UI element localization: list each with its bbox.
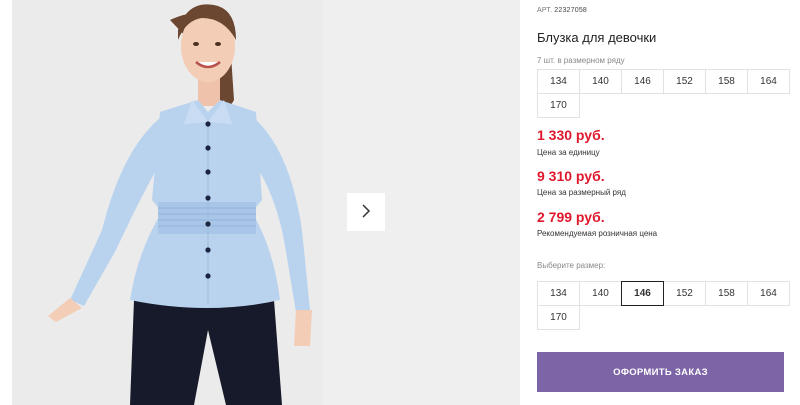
product-info-panel: АРТ. 22327058 Блузка для девочки 7 шт. в … xyxy=(537,0,800,405)
chevron-right-icon xyxy=(360,203,372,222)
price-unit: 1 330 руб. xyxy=(537,127,605,143)
size-row-item: 152 xyxy=(663,69,706,94)
size-option-134[interactable]: 134 xyxy=(537,281,580,306)
product-title: Блузка для девочки xyxy=(537,30,657,45)
price-size-row-label: Цена за размерный ряд xyxy=(537,188,626,197)
girl-in-blouse-image xyxy=(12,0,323,405)
size-selector: 134 140 146 152 158 164 170 xyxy=(537,281,790,330)
price-retail-label: Рекомендуемая розничная цена xyxy=(537,229,658,238)
article-value: 22327058 xyxy=(554,7,588,14)
product-page: АРТ. 22327058 Блузка для девочки 7 шт. в … xyxy=(0,0,800,405)
size-row-item: 140 xyxy=(579,69,622,94)
product-photo xyxy=(12,0,323,405)
size-option-164[interactable]: 164 xyxy=(747,281,790,306)
size-row-item: 134 xyxy=(537,69,580,94)
size-row-item: 146 xyxy=(621,69,664,94)
size-row-caption: 7 шт. в размерном ряду xyxy=(537,56,625,65)
price-retail: 2 799 руб. xyxy=(537,209,605,225)
size-option-170[interactable]: 170 xyxy=(537,305,580,330)
size-option-146-selected[interactable]: 146 xyxy=(621,281,664,306)
size-row-item: 158 xyxy=(705,69,748,94)
size-row-grid: 134 140 146 152 158 164 170 xyxy=(537,69,790,118)
choose-size-caption: Выберите размер: xyxy=(537,261,606,270)
gallery-next-button[interactable] xyxy=(347,193,385,231)
size-row-item: 170 xyxy=(537,93,580,118)
article-number: АРТ. 22327058 xyxy=(537,7,587,14)
size-option-158[interactable]: 158 xyxy=(705,281,748,306)
size-option-140[interactable]: 140 xyxy=(579,281,622,306)
article-label: АРТ. xyxy=(537,7,553,14)
place-order-button[interactable]: ОФОРМИТЬ ЗАКАЗ xyxy=(537,352,784,392)
price-unit-label: Цена за единицу xyxy=(537,148,600,157)
price-size-row: 9 310 руб. xyxy=(537,168,605,184)
size-option-152[interactable]: 152 xyxy=(663,281,706,306)
size-row-item: 164 xyxy=(747,69,790,94)
